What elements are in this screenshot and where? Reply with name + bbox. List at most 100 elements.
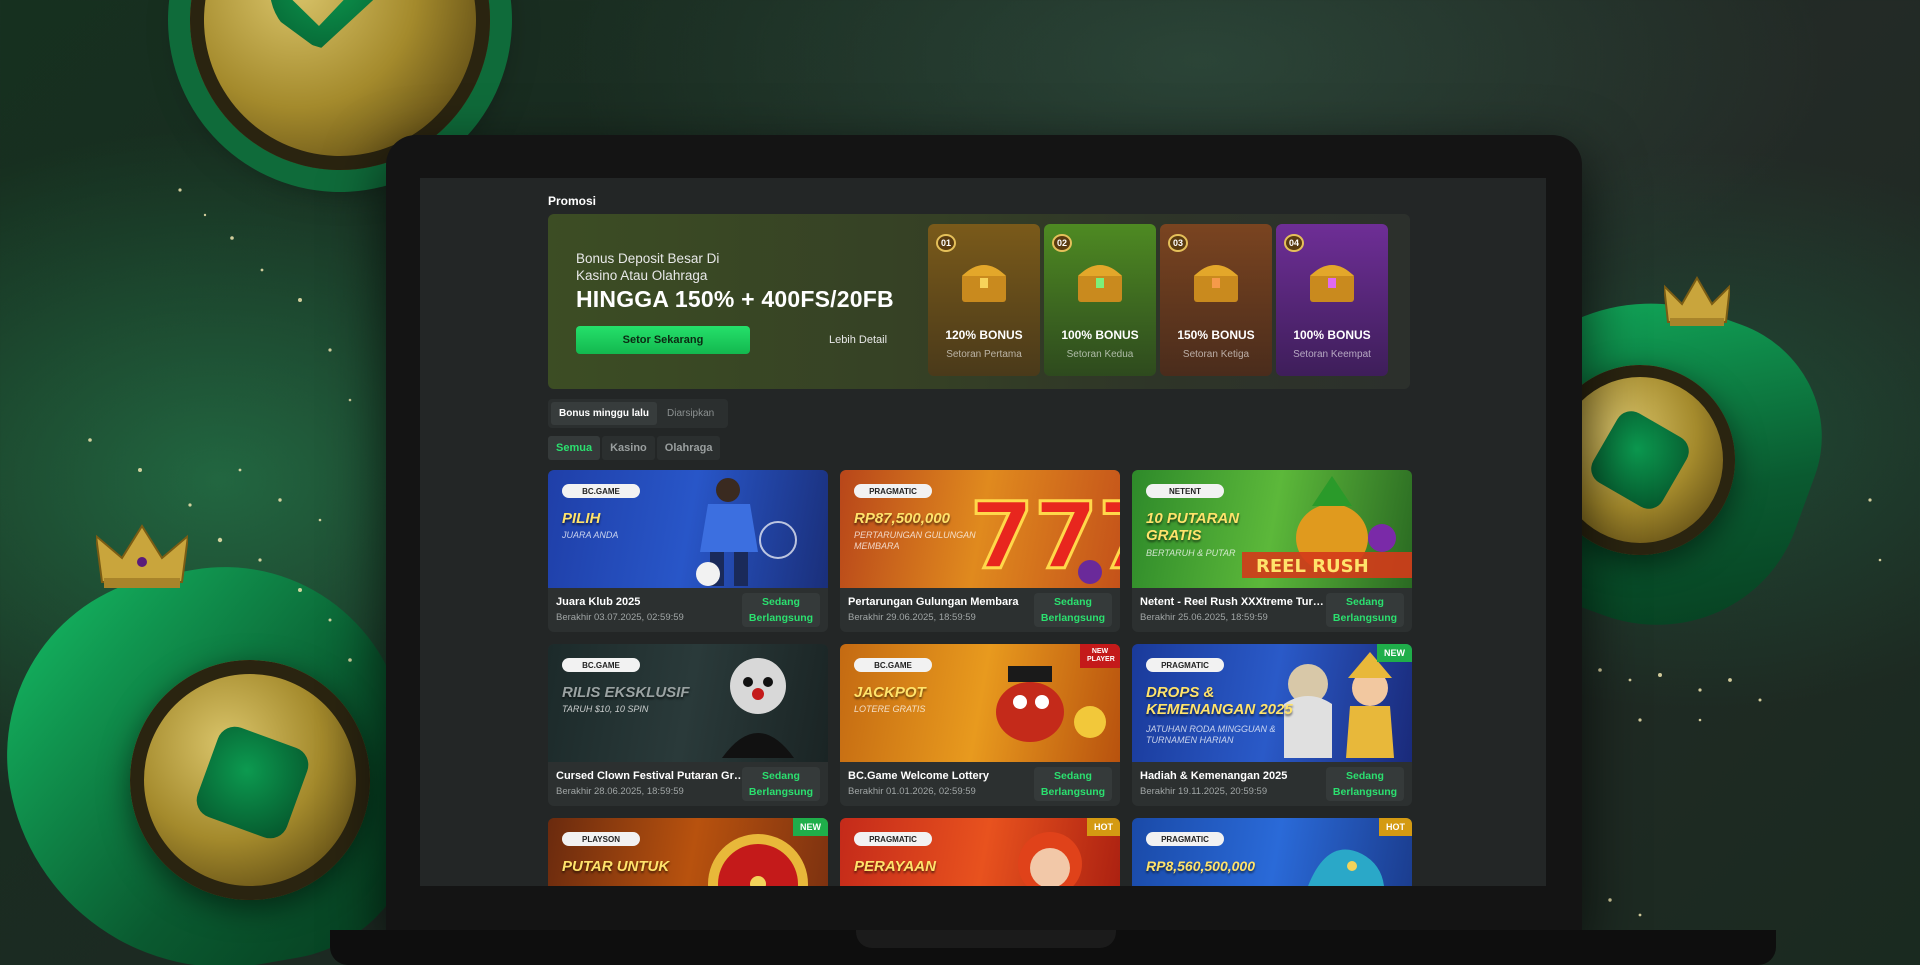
- promo-name: Pertarungan Gulungan Membara: [848, 596, 1019, 608]
- banner-subtitle-line1: Bonus Deposit Besar Di: [576, 251, 720, 266]
- hot-badge: HOT: [1379, 818, 1412, 836]
- promo-title: 10 PUTARAN GRATIS: [1146, 510, 1240, 544]
- tier-number: 01: [936, 234, 956, 252]
- status-line1: Sedang: [762, 770, 800, 782]
- promo-card[interactable]: HOT PRAGMATIC RP8,560,500,000: [1132, 818, 1412, 886]
- bonus-tier-4[interactable]: 04 100% BONUS Setoran Keempat: [1276, 224, 1388, 376]
- decor-coin-bottom-left: [0, 538, 442, 965]
- promo-meta: Netent - Reel Rush XXXtreme Turnamen Ber…: [1132, 588, 1412, 632]
- new-badge: NEW: [793, 818, 828, 836]
- promo-card[interactable]: BC.GAME PILIH JUARA ANDA Juara Klub 2025…: [548, 470, 828, 632]
- decor-crown-right-icon: [1664, 276, 1730, 326]
- bonus-tier-3[interactable]: 03 150% BONUS Setoran Ketiga: [1160, 224, 1272, 376]
- status-line2: Berlangsung: [1040, 612, 1106, 624]
- laptop-screen: Promosi Bonus Deposit Besar Di Kasino At…: [420, 178, 1546, 886]
- status-line2: Berlangsung: [748, 786, 814, 798]
- provider-logo: PRAGMATIC: [1146, 658, 1224, 672]
- promo-card[interactable]: NEW PLAYER BC.GAME JACKPOT LOTERE GRATIS…: [840, 644, 1120, 806]
- bonus-tier-2[interactable]: 02 100% BONUS Setoran Kedua: [1044, 224, 1156, 376]
- promo-thumbnail: NEW PLAYER BC.GAME JACKPOT LOTERE GRATIS: [840, 644, 1120, 762]
- banner-headline: HINGGA 150% + 400FS/20FB: [576, 286, 894, 312]
- provider-logo: PRAGMATIC: [1146, 832, 1224, 846]
- promo-card[interactable]: NEW PLAYSON PUTAR UNTUK: [548, 818, 828, 886]
- treasure-chest-icon: [1194, 265, 1238, 302]
- promo-name: Cursed Clown Festival Putaran Gratis: [556, 770, 746, 782]
- category-filters: Semua Kasino Olahraga: [548, 436, 1410, 460]
- provider-logo: BC.GAME: [562, 658, 640, 672]
- provider-logo: PRAGMATIC: [854, 832, 932, 846]
- pineapple-slot-icon: REEL RUSH: [1242, 476, 1412, 578]
- tier-number: 04: [1284, 234, 1304, 252]
- more-details-link[interactable]: Lebih Detail: [808, 326, 908, 354]
- promotion-grid: BC.GAME PILIH JUARA ANDA Juara Klub 2025…: [548, 470, 1412, 886]
- promo-thumbnail: BC.GAME PILIH JUARA ANDA: [548, 470, 828, 588]
- promo-title: JACKPOT: [854, 684, 926, 701]
- section-title: Promosi: [548, 194, 597, 208]
- promo-card[interactable]: 777 PRAGMATIC RP87,500,000 PERTARUNGAN G…: [840, 470, 1120, 632]
- promo-thumbnail: 777 PRAGMATIC RP87,500,000 PERTARUNGAN G…: [840, 470, 1120, 588]
- status-line1: Sedang: [1346, 770, 1384, 782]
- promo-name: Juara Klub 2025: [556, 596, 641, 608]
- promo-card[interactable]: NEW PRAGMATIC DROPS & KEMENANGAN 2025 JA…: [1132, 644, 1412, 806]
- promo-name: Hadiah & Kemenangan 2025: [1140, 770, 1288, 782]
- status-line1: Sedang: [1054, 770, 1092, 782]
- tier-caption: Setoran Ketiga: [1182, 349, 1250, 360]
- promo-meta: BC.Game Welcome Lottery Berakhir 01.01.2…: [840, 762, 1120, 806]
- promo-card[interactable]: REEL RUSH NETENT 10 PUTARAN GRATIS BERTA…: [1132, 470, 1412, 632]
- promo-subtitle: PERTARUNGAN GULUNGAN MEMBARA: [854, 530, 976, 551]
- bonus-tiers: 01 120% BONUS Setoran Pertama 02 100% BO…: [928, 224, 1388, 376]
- tier-percent: 100% BONUS: [1293, 328, 1371, 342]
- promo-subtitle: LOTERE GRATIS: [854, 704, 926, 714]
- banner-subtitle-line2: Kasino Atau Olahraga: [576, 268, 708, 283]
- promo-card[interactable]: HOT PRAGMATIC PERAYAAN: [840, 818, 1120, 886]
- deposit-bonus-banner[interactable]: Bonus Deposit Besar Di Kasino Atau Olahr…: [548, 214, 1410, 389]
- status-line1: Sedang: [1346, 596, 1384, 608]
- deposit-now-button[interactable]: Setor Sekarang: [576, 326, 750, 354]
- laptop-notch: [856, 930, 1116, 948]
- promo-title: PILIH: [562, 510, 601, 527]
- treasure-chest-icon: [1310, 265, 1354, 302]
- banner-subtitle: Bonus Deposit Besar Di Kasino Atau Olahr…: [576, 250, 719, 284]
- promo-title: PUTAR UNTUK: [562, 858, 670, 875]
- promo-meta: Hadiah & Kemenangan 2025 Berakhir 19.11.…: [1132, 762, 1412, 806]
- promo-title: PERAYAAN: [854, 858, 936, 875]
- filter-sports[interactable]: Olahraga: [656, 436, 721, 460]
- provider-logo: PRAGMATIC: [854, 484, 932, 498]
- treasure-chest-icon: [962, 265, 1006, 302]
- jackpot-mascot-icon: [996, 666, 1106, 742]
- tier-number: 02: [1052, 234, 1072, 252]
- clown-figure-icon: [722, 658, 794, 758]
- promo-title: RP8,560,500,000: [1146, 858, 1255, 874]
- footballer-figure-icon: [696, 478, 797, 586]
- promo-meta: Pertarungan Gulungan Membara Berakhir 29…: [840, 588, 1120, 632]
- tab-archived[interactable]: Diarsipkan: [659, 402, 722, 425]
- tier-percent: 100% BONUS: [1061, 328, 1139, 342]
- tab-last-week-bonus[interactable]: Bonus minggu lalu: [551, 402, 657, 425]
- tier-caption: Setoran Keempat: [1293, 349, 1371, 360]
- tier-percent: 150% BONUS: [1177, 328, 1255, 342]
- promo-name: BC.Game Welcome Lottery: [848, 770, 990, 782]
- provider-logo: NETENT: [1146, 484, 1224, 498]
- bonus-tier-1[interactable]: 01 120% BONUS Setoran Pertama: [928, 224, 1040, 376]
- provider-logo: BC.GAME: [562, 484, 640, 498]
- status-badge: Sedang Berlangsung: [742, 767, 820, 801]
- provider-logo: PLAYSON: [562, 832, 640, 846]
- promo-title: RILIS EKSKLUSIF: [562, 684, 690, 701]
- treasure-chest-icon: [1078, 265, 1122, 302]
- promo-subtitle: TARUH $10, 10 SPIN: [562, 704, 649, 714]
- status-line1: Sedang: [1054, 596, 1092, 608]
- decor-crown-left-icon: [96, 524, 188, 588]
- promo-card[interactable]: BC.GAME RILIS EKSKLUSIF TARUH $10, 10 SP…: [548, 644, 828, 806]
- tier-number: 03: [1168, 234, 1188, 252]
- promo-title: DROPS & KEMENANGAN 2025: [1146, 684, 1293, 718]
- status-badge: Sedang Berlangsung: [742, 593, 820, 627]
- filter-all[interactable]: Semua: [548, 436, 601, 460]
- promo-thumbnail: NEW PLAYSON PUTAR UNTUK: [548, 818, 828, 886]
- new-player-badge: NEW PLAYER: [1080, 644, 1120, 668]
- promo-subtitle: JATUHAN RODA MINGGUAN & TURNAMEN HARIAN: [1146, 724, 1276, 745]
- status-badge: Sedang Berlangsung: [1034, 593, 1112, 627]
- promo-name: Netent - Reel Rush XXXtreme Turnamen: [1140, 596, 1330, 608]
- promo-thumbnail: NEW PRAGMATIC DROPS & KEMENANGAN 2025 JA…: [1132, 644, 1412, 762]
- filter-casino[interactable]: Kasino: [602, 436, 655, 460]
- hot-badge: HOT: [1087, 818, 1120, 836]
